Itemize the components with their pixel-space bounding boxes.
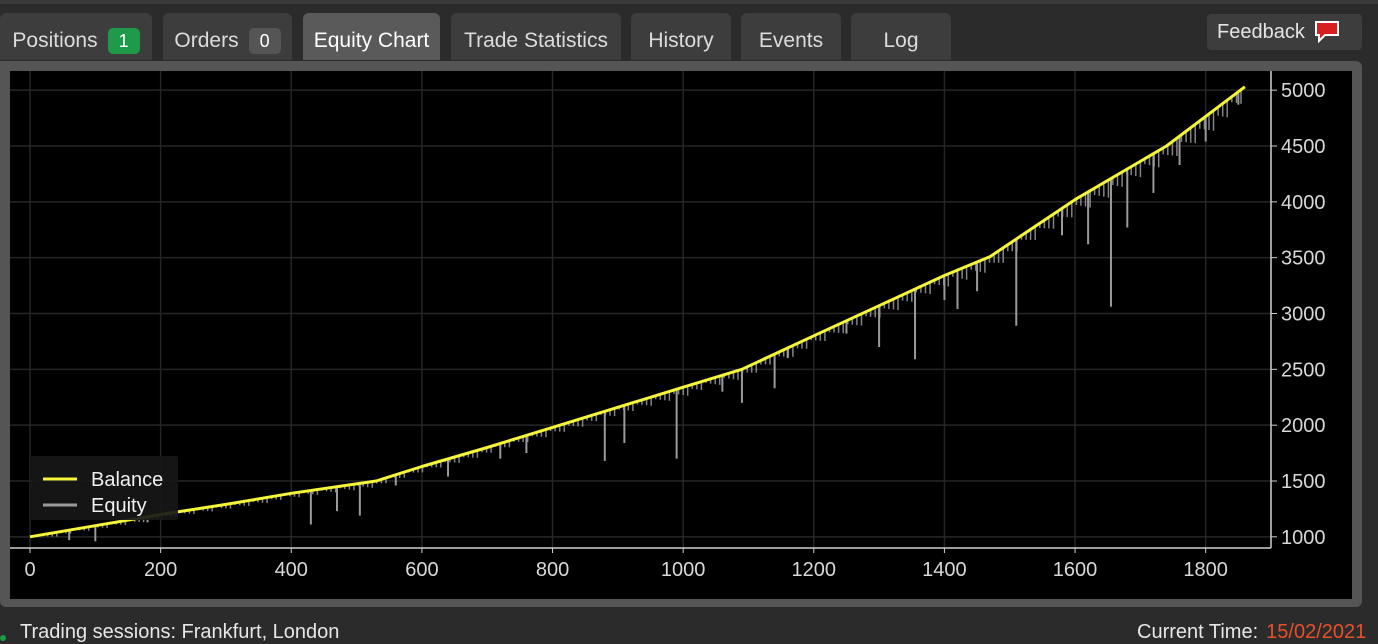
feedback-label: Feedback bbox=[1217, 20, 1305, 43]
current-time: Current Time: 15/02/2021 bbox=[1137, 621, 1366, 644]
balance-line bbox=[29, 85, 1246, 539]
y-tick-label: 3000 bbox=[1281, 304, 1326, 326]
tab-bar: Positions 1 Orders 0 Equity Chart Trade … bbox=[0, 13, 1378, 61]
status-bar: Trading sessions: Frankfurt, London Curr… bbox=[0, 611, 1378, 643]
equity-chart[interactable]: 0 200 400 600 800 1000 1200 1400 1600 1800 1000 150… bbox=[10, 71, 1352, 599]
current-time-value: 15/02/2021 bbox=[1266, 621, 1367, 643]
tab-orders[interactable]: Orders 0 bbox=[163, 13, 292, 60]
session-status-dot bbox=[0, 635, 6, 641]
current-time-label: Current Time: bbox=[1137, 621, 1259, 643]
chart-grid bbox=[10, 71, 1271, 548]
x-tick-label: 0 bbox=[24, 559, 35, 581]
positions-count-badge: 1 bbox=[107, 27, 140, 54]
equity-series bbox=[42, 89, 1242, 542]
orders-count-badge: 0 bbox=[248, 27, 281, 54]
equity-chart-svg: 0 200 400 600 800 1000 1200 1400 1600 1800 1000 150… bbox=[10, 71, 1326, 581]
y-tick-label: 5000 bbox=[1281, 80, 1326, 102]
tab-events-label: Events bbox=[758, 28, 824, 52]
tab-positions-label: Positions bbox=[12, 28, 98, 52]
tab-equity-chart-label: Equity Chart bbox=[313, 28, 430, 52]
balance-series bbox=[29, 85, 1246, 539]
y-tick-label: 4000 bbox=[1281, 192, 1326, 214]
tab-positions[interactable]: Positions 1 bbox=[0, 13, 152, 60]
y-tick-label: 2500 bbox=[1281, 359, 1326, 381]
x-tick-label: 800 bbox=[536, 559, 569, 581]
x-tick-label: 1200 bbox=[792, 559, 837, 581]
tab-history-label: History bbox=[648, 28, 714, 52]
x-tick-label: 600 bbox=[405, 559, 438, 581]
y-tick-label: 1000 bbox=[1281, 527, 1326, 549]
tab-trade-statistics-label: Trade Statistics bbox=[464, 28, 608, 52]
y-tick-label: 1500 bbox=[1281, 471, 1326, 493]
x-tick-label: 1600 bbox=[1053, 559, 1098, 581]
x-tick-label: 1800 bbox=[1183, 559, 1228, 581]
tab-orders-label: Orders bbox=[174, 28, 239, 52]
legend-label-balance: Balance bbox=[91, 469, 163, 491]
legend-label-equity: Equity bbox=[91, 495, 147, 517]
x-tick-label: 400 bbox=[275, 559, 308, 581]
chart-axes: 0 200 400 600 800 1000 1200 1400 1600 1800 1000 150… bbox=[10, 71, 1326, 581]
window-top-border bbox=[0, 0, 1378, 4]
y-tick-label: 2000 bbox=[1281, 415, 1326, 437]
tab-log[interactable]: Log bbox=[851, 13, 951, 60]
x-tick-label: 1400 bbox=[922, 559, 967, 581]
chart-legend: Balance Equity bbox=[30, 456, 178, 520]
x-tick-label: 1000 bbox=[661, 559, 706, 581]
trading-sessions-text: Trading sessions: Frankfurt, London bbox=[20, 621, 340, 643]
speech-bubble-icon bbox=[1314, 21, 1339, 44]
tab-log-label: Log bbox=[883, 28, 919, 52]
tab-events[interactable]: Events bbox=[741, 13, 841, 60]
x-tick-label: 200 bbox=[144, 559, 177, 581]
tab-trade-statistics[interactable]: Trade Statistics bbox=[451, 13, 621, 60]
feedback-button[interactable]: Feedback bbox=[1207, 14, 1362, 50]
tab-history[interactable]: History bbox=[631, 13, 731, 60]
y-tick-label: 4500 bbox=[1281, 136, 1326, 158]
tab-equity-chart[interactable]: Equity Chart bbox=[303, 13, 440, 60]
y-tick-label: 3500 bbox=[1281, 248, 1326, 270]
